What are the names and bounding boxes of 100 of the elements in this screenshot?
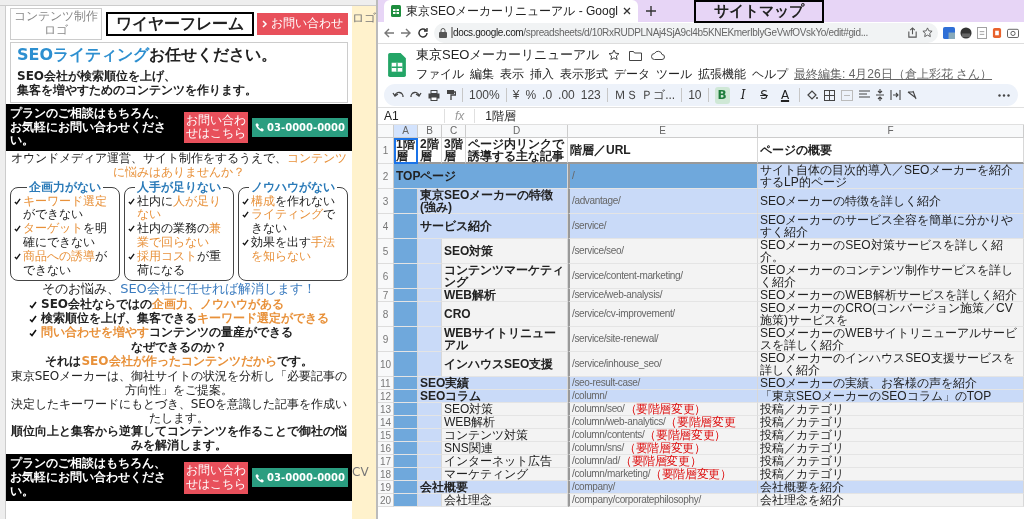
text-wrap-icon[interactable]	[889, 90, 901, 100]
print-icon[interactable]	[428, 89, 440, 101]
row-number[interactable]: 17	[378, 455, 394, 468]
row-number[interactable]: 20	[378, 494, 394, 507]
check-icon	[242, 238, 249, 246]
row-number[interactable]: 8	[378, 302, 394, 327]
row-number[interactable]: 14	[378, 416, 394, 429]
row-number[interactable]: 11	[378, 377, 394, 390]
row-number[interactable]: 6	[378, 264, 394, 289]
menu-item[interactable]: 表示	[500, 66, 524, 83]
strike-format-button[interactable]: S	[756, 86, 772, 104]
row-number[interactable]: 5	[378, 239, 394, 264]
menu-item[interactable]: ヘルプ	[752, 66, 788, 83]
font-size-dropdown[interactable]: 10	[688, 88, 702, 102]
row-number[interactable]: 19	[378, 481, 394, 494]
column-header[interactable]: A	[394, 125, 418, 138]
phone-icon	[255, 122, 266, 133]
table-cell	[394, 429, 418, 442]
percent-button[interactable]: %	[525, 88, 537, 102]
row-number[interactable]: 3	[378, 189, 394, 214]
decrease-decimal-button[interactable]: .0	[542, 88, 553, 102]
page-name-cell: WEB解析	[442, 416, 568, 429]
problem-item: 効果を出す手法を知らない	[251, 235, 336, 264]
inquiry-button[interactable]: お問い合わせはこちら	[184, 461, 249, 494]
page-name-cell: コンテンツマーケティング	[442, 264, 568, 289]
extension-icon[interactable]	[960, 26, 972, 39]
forward-icon[interactable]	[400, 26, 412, 39]
formula-input[interactable]: 1階層	[475, 107, 517, 125]
page-name-cell: 会社理念	[442, 494, 568, 507]
row-number[interactable]: 15	[378, 429, 394, 442]
row-number[interactable]: 12	[378, 390, 394, 403]
contact-button[interactable]: お問い合わせ	[257, 12, 348, 35]
inquiry-button[interactable]: お問い合わせはこちら	[184, 111, 249, 144]
color-format-button[interactable]: A	[777, 86, 793, 104]
camera-icon[interactable]	[1007, 27, 1019, 38]
more-icon[interactable]	[998, 93, 1010, 97]
summary-cell: 投稿／カテゴリ	[758, 416, 1024, 429]
borders-icon[interactable]	[823, 89, 835, 101]
cloud-icon[interactable]	[651, 50, 666, 60]
address-bar[interactable]: docs.google.com/spreadsheets/d/10RxRUDPLNAj4SjA9cl4b5KNEKmerIblyGeVwfOVskYo/edit#gid...	[434, 22, 938, 43]
undo-icon[interactable]	[392, 90, 404, 100]
page-name-cell: SEOコラム	[418, 390, 568, 403]
menu-item[interactable]: ツール	[656, 66, 692, 83]
redo-icon[interactable]	[410, 90, 422, 100]
reload-icon[interactable]	[417, 26, 429, 39]
font-dropdown[interactable]: ＭＳ Ｐゴ...	[613, 86, 676, 104]
summary-cell: 投稿／カテゴリ	[758, 429, 1024, 442]
menu-item[interactable]: 挿入	[530, 66, 554, 83]
zoom-dropdown[interactable]: 100%	[469, 88, 500, 102]
table-cell	[394, 416, 418, 429]
page-name-cell: サービス紹介	[418, 214, 568, 239]
url-cell: /column/contents/（要階層変更）	[568, 429, 758, 442]
table-cell	[418, 239, 442, 264]
row-number[interactable]: 16	[378, 442, 394, 455]
row-number[interactable]: 13	[378, 403, 394, 416]
star-icon[interactable]	[608, 49, 621, 61]
sheets-logo-icon[interactable]	[388, 52, 406, 77]
row-number[interactable]: 2	[378, 164, 394, 189]
bold-format-button[interactable]: B	[714, 86, 730, 104]
problem-item: ターゲット を明確にできない	[23, 222, 108, 249]
table-cell	[418, 468, 442, 481]
vertical-align-icon[interactable]	[875, 89, 884, 101]
row-number[interactable]: 9	[378, 327, 394, 352]
phone-button[interactable]: 03-0000-0000	[252, 117, 348, 138]
close-icon[interactable]	[623, 7, 632, 15]
fill-color-icon[interactable]	[805, 89, 818, 101]
merge-cells-icon[interactable]	[840, 89, 853, 101]
page-name-cell: WEB解析	[442, 289, 568, 302]
table-cell	[394, 442, 418, 455]
document-title[interactable]: 東京SEOメーカーリニューアル	[416, 46, 600, 64]
row-number[interactable]: 10	[378, 352, 394, 377]
folder-icon[interactable]	[629, 49, 643, 61]
new-tab-icon[interactable]	[646, 6, 657, 16]
menu-item[interactable]: データ	[614, 66, 650, 83]
browser-tab[interactable]: 東京SEOメーカーリニューアル - Googl	[384, 0, 639, 22]
menu-item[interactable]: 表示形式	[560, 66, 608, 83]
header-cell: 階層／URL	[568, 138, 758, 164]
share-icon[interactable]	[907, 27, 918, 38]
menu-item[interactable]: ファイル	[416, 66, 464, 83]
last-edit-link[interactable]: 最終編集: 4月26日（倉上彩花 さん）	[794, 66, 993, 83]
url-cell: /service/web-analysis/	[568, 289, 758, 302]
why-heading: なぜできるのか？	[130, 340, 228, 355]
menu-item[interactable]: 編集	[470, 66, 494, 83]
back-icon[interactable]	[383, 26, 395, 39]
number-format-dropdown[interactable]: 123	[580, 88, 601, 102]
row-number[interactable]: 18	[378, 468, 394, 481]
phone-button[interactable]: 03-0000-0000	[252, 467, 348, 488]
star-icon[interactable]	[922, 27, 933, 38]
currency-button[interactable]: ¥	[512, 88, 520, 102]
italic-format-button[interactable]: I	[735, 86, 751, 104]
row-number[interactable]: 4	[378, 214, 394, 239]
paint-format-icon[interactable]	[446, 89, 456, 101]
row-number[interactable]: 7	[378, 289, 394, 302]
hero-title: SEOライティングお任せください。	[17, 45, 279, 64]
name-box[interactable]: A1	[378, 109, 445, 123]
text-rotate-icon[interactable]	[906, 90, 918, 100]
menu-item[interactable]: 拡張機能	[698, 66, 746, 83]
row-number[interactable]: 1	[378, 138, 394, 164]
summary-cell: SEOメーカーの実績、お客様の声を紹介	[758, 377, 1024, 390]
increase-decimal-button[interactable]: .00	[558, 88, 575, 102]
